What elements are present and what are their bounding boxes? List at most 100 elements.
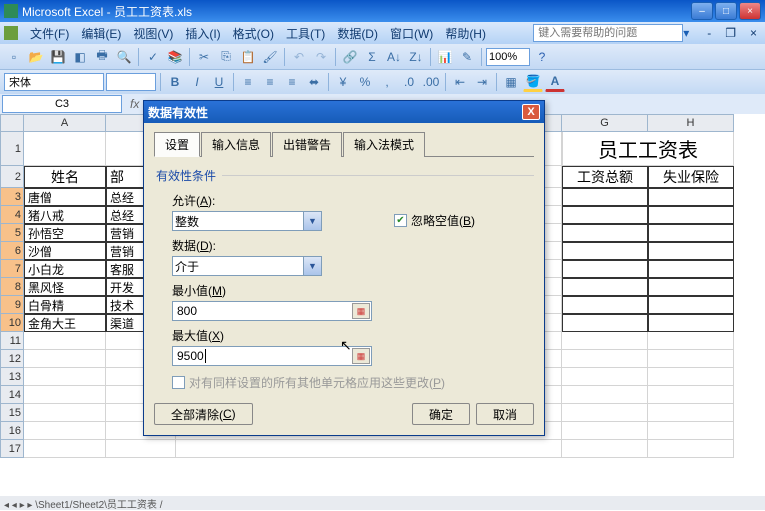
row-header[interactable]: 10 [0,314,24,332]
menu-tools[interactable]: 工具(T) [280,23,331,44]
underline-icon[interactable]: U [209,72,229,92]
dialog-close-button[interactable]: X [522,104,540,120]
cell[interactable] [562,278,648,296]
row-header[interactable]: 14 [0,386,24,404]
select-all-corner[interactable] [0,114,24,132]
comma-icon[interactable]: , [377,72,397,92]
merge-icon[interactable]: ⬌ [304,72,324,92]
row-header[interactable]: 9 [0,296,24,314]
cell[interactable] [24,132,106,166]
row-header[interactable]: 6 [0,242,24,260]
dec-indent-icon[interactable]: ⇤ [450,72,470,92]
menu-data[interactable]: 数据(D) [331,23,384,44]
dialog-titlebar[interactable]: 数据有效性 X [144,101,544,123]
cell[interactable] [648,260,734,278]
cell[interactable] [562,260,648,278]
cell[interactable] [648,206,734,224]
workbook-close-icon[interactable]: × [746,26,761,40]
permission-icon[interactable]: ◧ [70,47,90,67]
cell[interactable] [24,332,106,350]
cell[interactable] [24,368,106,386]
cell[interactable] [648,188,734,206]
percent-icon[interactable]: % [355,72,375,92]
range-picker-icon[interactable]: ▦ [352,303,370,319]
row-header[interactable]: 8 [0,278,24,296]
header-name[interactable]: 姓名 [24,166,106,188]
cell[interactable] [648,440,734,458]
autosum-icon[interactable]: Σ [362,47,382,67]
menu-insert[interactable]: 插入(I) [179,23,226,44]
clear-all-button[interactable]: 全部清除(C) [154,403,253,425]
header-ins[interactable]: 失业保险 [648,166,734,188]
inc-indent-icon[interactable]: ⇥ [472,72,492,92]
font-color-icon[interactable]: A [545,72,565,92]
help-icon[interactable]: ? [532,47,552,67]
help-dropdown-icon[interactable]: ▾ [683,26,697,40]
row-header-1[interactable]: 1 [0,132,24,166]
header-total[interactable]: 工资总额 [562,166,648,188]
cell[interactable] [24,386,106,404]
dec-decimal-icon[interactable]: .00 [421,72,441,92]
open-icon[interactable]: 📂 [26,47,46,67]
sheet-title[interactable]: 员工工资表 [562,132,734,166]
workbook-minimize-icon[interactable]: - [703,26,715,40]
sheet-tabs[interactable]: ◂ ◂ ▸ ▸ \Sheet1/Sheet2\员工工资表 / [0,496,765,510]
cell[interactable] [562,422,648,440]
min-input[interactable]: 800 ▦ [172,301,372,321]
col-header-g[interactable]: G [562,114,648,132]
fill-color-icon[interactable]: 🪣 [523,72,543,92]
menu-file[interactable]: 文件(F) [24,23,75,44]
cell-name[interactable]: 沙僧 [24,242,106,260]
hyperlink-icon[interactable]: 🔗 [340,47,360,67]
ok-button[interactable]: 确定 [412,403,470,425]
cell-name[interactable]: 黑风怪 [24,278,106,296]
menu-window[interactable]: 窗口(W) [384,23,439,44]
row-header[interactable]: 15 [0,404,24,422]
save-icon[interactable]: 💾 [48,47,68,67]
help-search-input[interactable] [533,24,683,42]
tab-settings[interactable]: 设置 [154,132,200,157]
spelling-icon[interactable]: ✓ [143,47,163,67]
cell-name[interactable]: 白骨精 [24,296,106,314]
italic-icon[interactable]: I [187,72,207,92]
cell[interactable] [648,386,734,404]
cell[interactable] [648,296,734,314]
row-header[interactable]: 11 [0,332,24,350]
maximize-button[interactable]: □ [715,2,737,20]
cell-name[interactable]: 孙悟空 [24,224,106,242]
close-button[interactable]: × [739,2,761,20]
cell-name[interactable]: 唐僧 [24,188,106,206]
copy-icon[interactable]: ⎘ [216,47,236,67]
cell-name[interactable]: 猪八戒 [24,206,106,224]
row-header[interactable]: 17 [0,440,24,458]
minimize-button[interactable]: – [691,2,713,20]
format-painter-icon[interactable]: 🖌 [260,47,280,67]
ignore-blank-checkbox[interactable]: ✔ 忽略空值(B) [394,212,534,229]
row-header[interactable]: 12 [0,350,24,368]
align-center-icon[interactable]: ≡ [260,72,280,92]
cell[interactable] [562,332,648,350]
tab-error[interactable]: 出错警告 [272,132,342,157]
cell[interactable] [562,242,648,260]
cell[interactable] [24,422,106,440]
row-header-2[interactable]: 2 [0,166,24,188]
cell[interactable] [562,368,648,386]
cell[interactable] [24,404,106,422]
row-header[interactable]: 13 [0,368,24,386]
research-icon[interactable]: 📚 [165,47,185,67]
allow-select[interactable]: 整数 ▼ [172,211,322,231]
data-select[interactable]: 介于 ▼ [172,256,322,276]
max-input[interactable]: 9500 ▦ [172,346,372,366]
name-box[interactable]: C3 [2,95,122,113]
cell[interactable] [562,224,648,242]
cell[interactable] [648,368,734,386]
cell[interactable] [562,350,648,368]
cancel-button[interactable]: 取消 [476,403,534,425]
cell-name[interactable]: 金角大王 [24,314,106,332]
font-size-select[interactable] [106,73,156,91]
cell[interactable] [648,350,734,368]
row-header[interactable]: 4 [0,206,24,224]
col-header-h[interactable]: H [648,114,734,132]
row-header[interactable]: 3 [0,188,24,206]
bold-icon[interactable]: B [165,72,185,92]
